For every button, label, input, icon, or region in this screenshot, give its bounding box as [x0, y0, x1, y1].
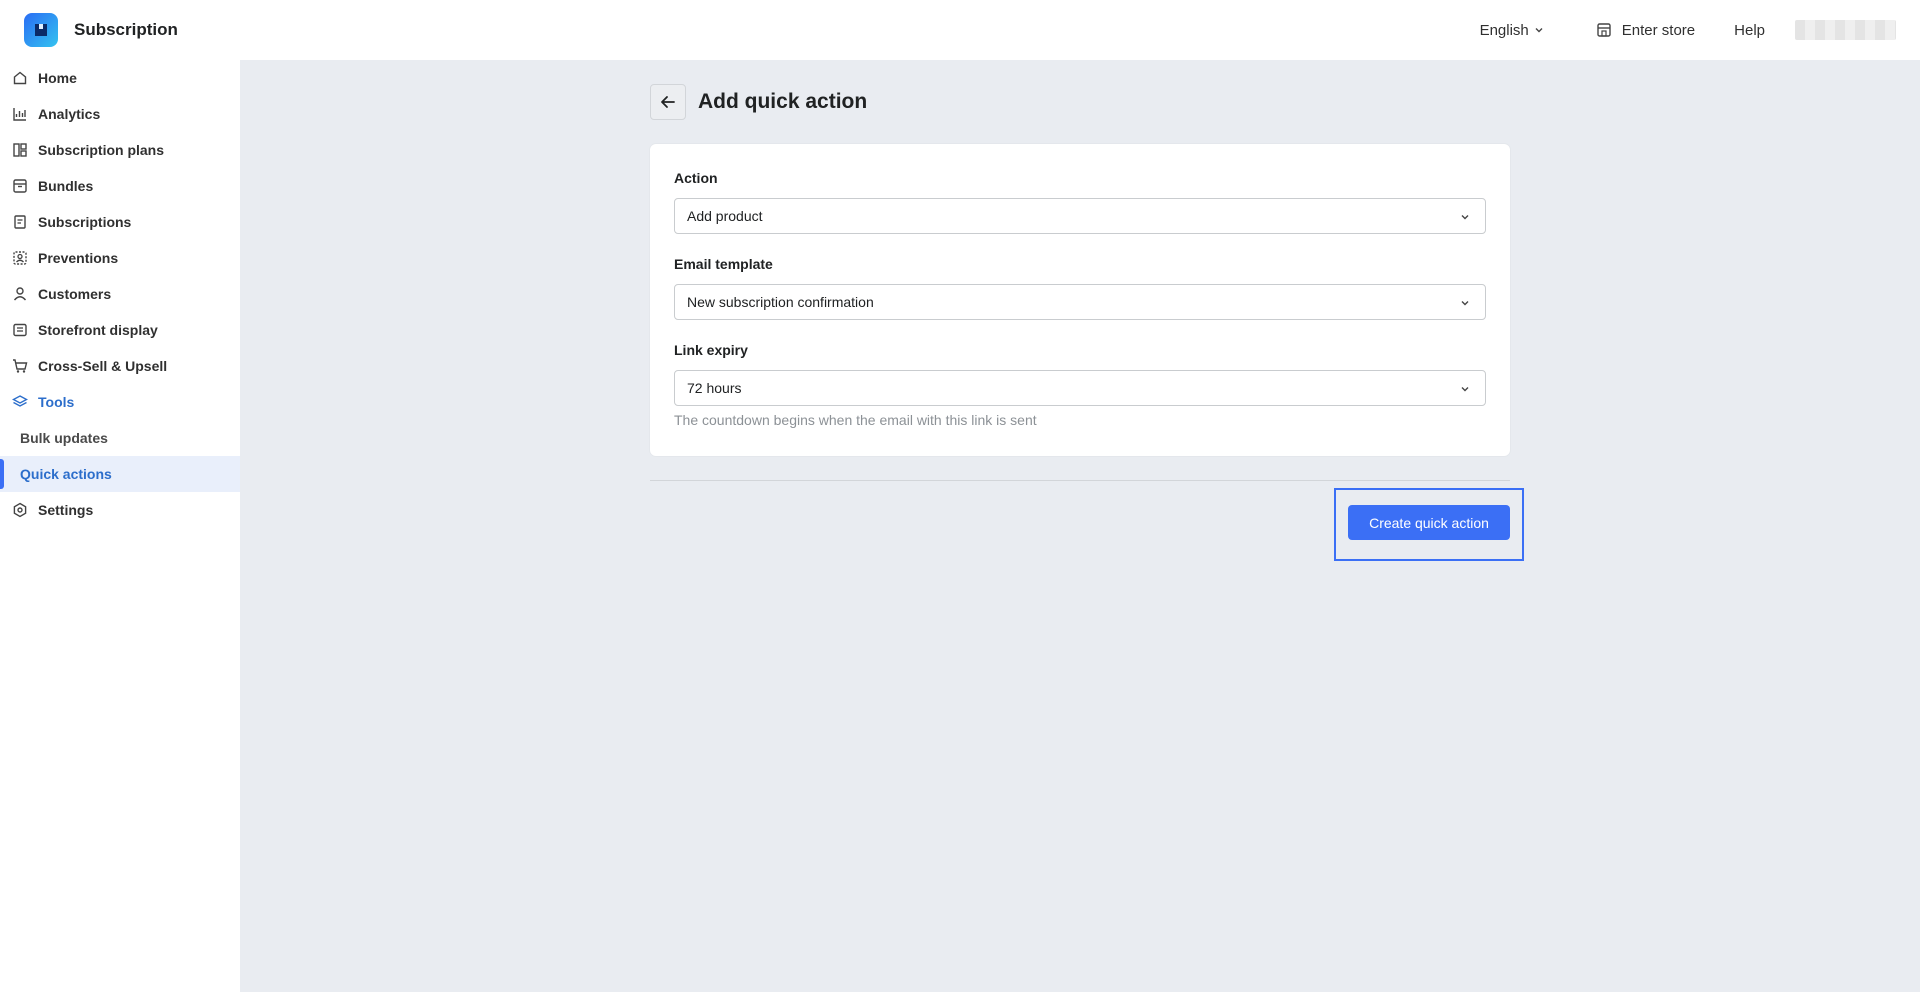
brand[interactable]: Subscription [24, 13, 178, 47]
back-button[interactable] [650, 84, 686, 120]
page-title: Add quick action [698, 90, 868, 113]
link-expiry-select[interactable]: 72 hours [674, 370, 1486, 406]
action-label: Action [674, 170, 718, 186]
sidebar-item-analytics[interactable]: Analytics [0, 96, 240, 132]
language-selector[interactable]: English [1480, 22, 1544, 39]
sidebar-item-storefront-display[interactable]: Storefront display [0, 312, 240, 348]
sidebar-item-cross-sell-upsell[interactable]: Cross-Sell & Upsell [0, 348, 240, 384]
sidebar-item-bundles[interactable]: Bundles [0, 168, 240, 204]
cart-icon [11, 357, 29, 375]
sidebar-item-label: Cross-Sell & Upsell [38, 358, 168, 374]
sidebar-item-label: Storefront display [38, 322, 158, 338]
bundles-icon [11, 177, 29, 195]
create-quick-action-button[interactable]: Create quick action [1348, 505, 1510, 540]
link-expiry-select-value: 72 hours [687, 380, 742, 396]
action-select-value: Add product [687, 208, 763, 224]
app-logo-icon [24, 13, 58, 47]
sidebar-subitem-label: Bulk updates [20, 430, 108, 446]
sidebar-item-label: Subscriptions [38, 214, 132, 230]
store-icon [1597, 23, 1611, 37]
user-menu[interactable] [1795, 20, 1896, 40]
plans-icon [11, 141, 29, 159]
chevron-down-icon [1461, 387, 1469, 392]
email-template-label: Email template [674, 256, 773, 272]
storefront-icon [11, 321, 29, 339]
sidebar-subitem-label: Quick actions [20, 466, 112, 482]
chevron-down-icon [1461, 215, 1469, 220]
link-expiry-help-text: The countdown begins when the email with… [674, 412, 1037, 428]
sidebar-item-label: Preventions [38, 250, 119, 266]
sidebar-item-label: Bundles [38, 178, 94, 194]
chevron-down-icon [1461, 301, 1469, 306]
sidebar-item-home[interactable]: Home [0, 60, 240, 96]
top-bar: Subscription English Enter store Help [0, 0, 1920, 60]
action-select[interactable]: Add product [674, 198, 1486, 234]
preventions-icon [11, 249, 29, 267]
email-template-select-value: New subscription confirmation [687, 294, 874, 310]
settings-icon [11, 501, 29, 519]
sidebar-item-tools[interactable]: Tools [0, 384, 240, 420]
quick-action-form-card: Action Add product Email template New su… [650, 144, 1510, 456]
enter-store-label: Enter store [1621, 21, 1696, 39]
sidebar-item-label: Settings [38, 502, 94, 518]
analytics-icon [11, 105, 29, 123]
link-expiry-label: Link expiry [674, 342, 748, 358]
sidebar-item-label: Subscription plans [38, 142, 165, 158]
email-template-select[interactable]: New subscription confirmation [674, 284, 1486, 320]
app-name: Subscription [74, 20, 178, 39]
sidebar: Home Analytics Subscription plans Bundle… [0, 60, 240, 992]
sidebar-item-subscriptions[interactable]: Subscriptions [0, 204, 240, 240]
arrow-left-icon [661, 96, 675, 108]
enter-store-link[interactable]: Enter store [1596, 22, 1695, 39]
help-link[interactable]: Help [1734, 22, 1765, 39]
page-header: Add quick action [650, 84, 867, 120]
sidebar-item-preventions[interactable]: Preventions [0, 240, 240, 276]
sidebar-item-label: Home [38, 70, 77, 86]
sidebar-item-label: Customers [38, 286, 112, 302]
chevron-down-icon [1535, 28, 1543, 33]
sidebar-item-customers[interactable]: Customers [0, 276, 240, 312]
layers-icon [11, 393, 29, 411]
divider [650, 480, 1510, 481]
language-label: English [1479, 21, 1529, 39]
sidebar-item-label: Analytics [38, 106, 101, 122]
sidebar-item-settings[interactable]: Settings [0, 492, 240, 528]
sidebar-item-label: Tools [38, 394, 75, 410]
customer-icon [11, 285, 29, 303]
sidebar-subitem-quick-actions[interactable]: Quick actions [0, 456, 240, 492]
sidebar-subitem-bulk-updates[interactable]: Bulk updates [0, 420, 240, 456]
sidebar-item-subscription-plans[interactable]: Subscription plans [0, 132, 240, 168]
subscriptions-icon [11, 213, 29, 231]
home-icon [11, 69, 29, 87]
